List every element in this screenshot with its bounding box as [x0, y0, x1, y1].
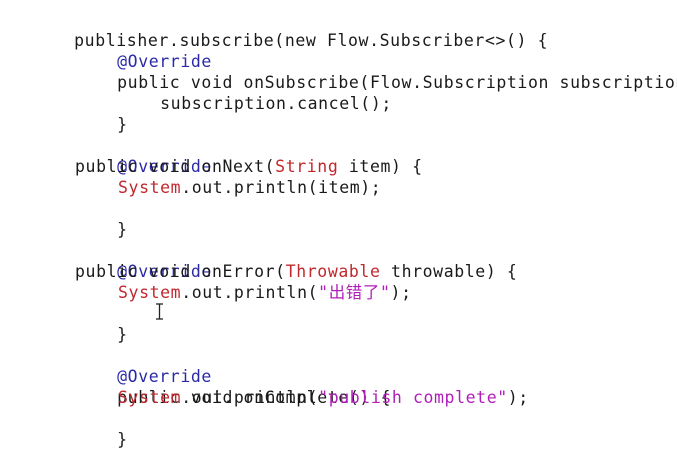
code-line-13: public void onError(Throwable throwable)…	[75, 261, 517, 282]
code-text: .out.println(	[181, 283, 319, 302]
closing-brace: }	[117, 325, 128, 344]
code-line-5: }	[75, 93, 128, 134]
code-line-19: System.out.println("publish complete");	[118, 387, 529, 408]
code-line-17: @Override	[75, 345, 212, 386]
code-line-3: public void onSubscribe(Flow.Subscriptio…	[75, 51, 677, 92]
code-text: public void onNext(	[75, 157, 276, 176]
code-text: );	[507, 388, 529, 407]
code-line-2: @Override	[75, 30, 212, 71]
string-literal: "出错了"	[318, 283, 391, 302]
code-line-7: @Override	[75, 135, 212, 176]
closing-brace: }	[117, 220, 128, 239]
type-name: Throwable	[285, 262, 381, 281]
i-beam-cursor-icon	[155, 303, 164, 320]
code-text: item) {	[338, 157, 423, 176]
code-line-4: subscription.cancel();	[118, 72, 392, 113]
code-text: subscription.cancel();	[160, 94, 392, 113]
code-text: );	[390, 283, 412, 302]
closing-brace: }	[117, 115, 128, 134]
code-text: .out.println(item);	[181, 178, 382, 197]
code-line-1: publisher.subscribe(new Flow.Subscriber<…	[32, 9, 548, 50]
code-line-18: public void onComplete() {	[75, 366, 391, 407]
type-name: String	[275, 157, 339, 176]
code-line-9: System.out.println(item);	[118, 177, 381, 198]
code-line-12: @Override	[75, 240, 212, 281]
code-line-15: }	[75, 303, 128, 344]
code-line-21: });	[32, 429, 106, 452]
code-line-20: }	[75, 408, 128, 449]
code-line-14: System.out.println("出错了");	[118, 282, 412, 303]
code-text: public void onError(	[75, 262, 286, 281]
code-editor[interactable]: publisher.subscribe(new Flow.Subscriber<…	[0, 0, 677, 452]
code-text: .out.println(	[181, 388, 319, 407]
type-name: System	[118, 283, 182, 302]
code-line-8: public void onNext(String item) {	[75, 156, 423, 177]
string-literal: "publish complete"	[318, 388, 508, 407]
code-text: throwable) {	[380, 262, 518, 281]
closing-brace: }	[117, 430, 128, 449]
type-name: System	[118, 178, 182, 197]
code-line-10: }	[75, 198, 128, 239]
type-name: System	[118, 388, 182, 407]
